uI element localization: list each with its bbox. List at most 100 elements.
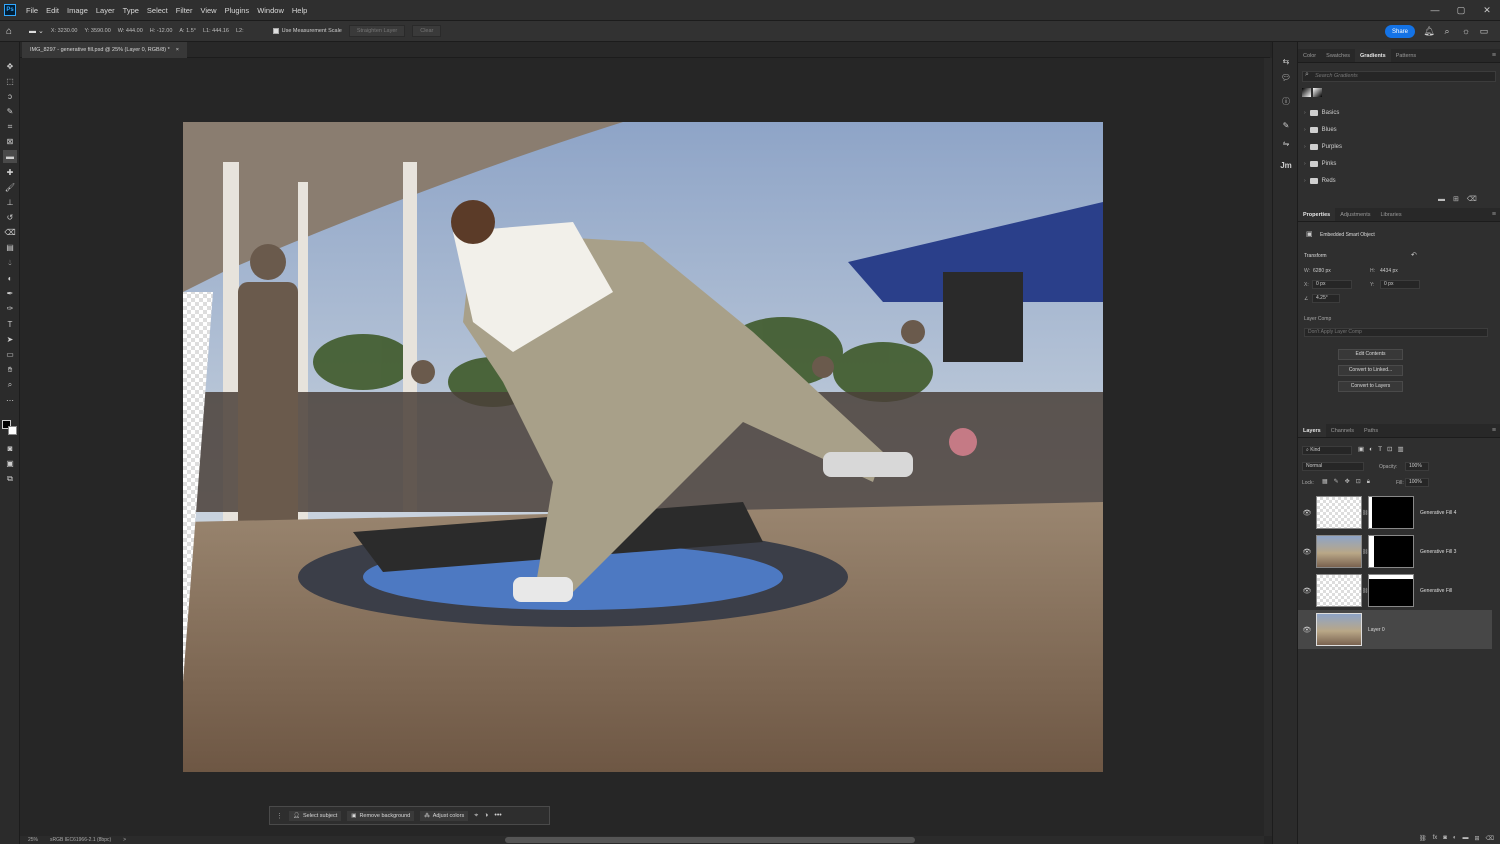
layer-name[interactable]: Generative Fill 4	[1420, 510, 1456, 516]
menu-type[interactable]: Type	[119, 6, 143, 15]
layer-name[interactable]: Generative Fill	[1420, 588, 1452, 594]
more-options-button[interactable]: •••	[494, 812, 501, 819]
close-tab-icon[interactable]: ×	[176, 47, 179, 53]
background-color-swatch[interactable]	[8, 426, 17, 435]
tab-patterns[interactable]: Patterns	[1391, 49, 1421, 62]
layer-filter-icons[interactable]: ▣◐T⊡▥	[1358, 445, 1409, 453]
history-brush-tool-icon[interactable]: ↺	[3, 211, 17, 224]
tab-paths[interactable]: Paths	[1359, 424, 1383, 437]
workspace-icon[interactable]: ▭	[1478, 25, 1490, 37]
info-panel-icon[interactable]: ⓘ	[1280, 96, 1292, 108]
panel-menu-icon[interactable]: ≡	[1492, 208, 1500, 221]
eye-icon[interactable]: 👁︎	[1298, 548, 1316, 556]
convert-to-layers-button[interactable]: Convert to Layers	[1338, 381, 1403, 392]
gradient-folder-basics[interactable]: › Basics	[1304, 106, 1339, 120]
path-selection-tool-icon[interactable]: ➤	[3, 333, 17, 346]
close-window-button[interactable]: ✕	[1474, 5, 1500, 16]
gradient-folder-pinks[interactable]: › Pinks	[1304, 157, 1336, 171]
rectangle-tool-icon[interactable]: ▭	[3, 348, 17, 361]
width-value[interactable]: 6280 px	[1313, 268, 1331, 274]
layer-row[interactable]: 👁︎ ⛓︎ Generative Fill	[1298, 571, 1492, 610]
status-arrow-icon[interactable]: >	[123, 837, 126, 843]
fill-field[interactable]: 100%	[1405, 478, 1429, 487]
menu-file[interactable]: File	[22, 6, 42, 15]
tab-channels[interactable]: Channels	[1326, 424, 1359, 437]
add-mask-icon[interactable]: ◙	[1443, 835, 1447, 841]
more-tools-icon[interactable]: ⋯	[3, 394, 17, 407]
marquee-tool-icon[interactable]: ⬚	[3, 75, 17, 88]
checkbox-box[interactable]	[272, 28, 279, 34]
tab-properties[interactable]: Properties	[1298, 208, 1336, 221]
straighten-layer-button[interactable]: Straighten Layer	[348, 25, 406, 37]
contrast-icon[interactable]: ◑	[484, 812, 488, 819]
canvas-area[interactable]	[20, 58, 1264, 836]
zoom-tool-icon[interactable]: ⌕	[3, 378, 17, 391]
document-tab[interactable]: IMG_8297 - generative fill.psd @ 25% (La…	[22, 42, 188, 58]
menu-edit[interactable]: Edit	[42, 6, 63, 15]
drag-handle-icon[interactable]: ⋮	[276, 812, 283, 820]
tab-swatches[interactable]: Swatches	[1321, 49, 1355, 62]
menu-select[interactable]: Select	[143, 6, 172, 15]
layer-row[interactable]: 👁︎ ⛓︎ Generative Fill 3	[1298, 532, 1492, 571]
layer-style-icon[interactable]: fx	[1433, 835, 1438, 841]
quick-select-tool-icon[interactable]: ✎	[3, 105, 17, 118]
reset-transform-icon[interactable]: ↶	[1411, 251, 1417, 259]
menu-help[interactable]: Help	[288, 6, 311, 15]
measurement-scale-checkbox[interactable]: Use Measurement Scale	[272, 28, 342, 34]
layer-mask-thumbnail[interactable]	[1368, 496, 1414, 529]
tab-layers[interactable]: Layers	[1298, 424, 1326, 437]
opacity-field[interactable]: 100%	[1405, 462, 1429, 471]
group-icon[interactable]: ▬	[1462, 835, 1468, 841]
edit-contents-button[interactable]: Edit Contents	[1338, 349, 1403, 360]
brush-settings-icon[interactable]: ✎	[1280, 120, 1292, 132]
transform-icon[interactable]: ⌖	[474, 812, 478, 820]
eye-icon[interactable]: 👁︎	[1298, 587, 1316, 595]
lasso-tool-icon[interactable]: ↄ	[3, 90, 17, 103]
angle-field[interactable]: 4.25°	[1312, 294, 1340, 303]
clone-stamp-tool-icon[interactable]: ⊥	[3, 196, 17, 209]
gradient-tool-icon[interactable]: ▤	[3, 241, 17, 254]
tab-libraries[interactable]: Libraries	[1375, 208, 1406, 221]
layer-comp-select[interactable]: Don't Apply Layer Comp	[1304, 328, 1488, 337]
home-icon[interactable]: ⌂	[6, 26, 12, 37]
zoom-level[interactable]: 25%	[28, 837, 38, 843]
healing-brush-tool-icon[interactable]: ✚	[3, 166, 17, 179]
generative-icon[interactable]: ⧉	[3, 472, 17, 485]
adjust-panel-icon[interactable]: ⇋	[1280, 138, 1292, 150]
tab-color[interactable]: Color	[1298, 49, 1321, 62]
tab-gradients[interactable]: Gradients	[1355, 49, 1391, 62]
hand-tool-icon[interactable]: ✋︎	[3, 363, 17, 376]
blend-mode-select[interactable]: Normal	[1302, 462, 1364, 471]
layer-filter-kind-select[interactable]: ⌕ Kind	[1302, 446, 1352, 455]
pen-tool-alt-icon[interactable]: ✑	[3, 302, 17, 315]
history-panel-icon[interactable]: ⇆	[1280, 56, 1292, 68]
type-tool-icon[interactable]: T	[3, 318, 17, 331]
minimize-button[interactable]: —	[1422, 5, 1448, 16]
y-field[interactable]: 0 px	[1380, 280, 1420, 289]
delete-layer-icon[interactable]: ⌫	[1486, 835, 1494, 842]
gradient-panel-actions[interactable]: ▬⊞⌫	[1438, 195, 1485, 203]
dodge-tool-icon[interactable]: ◐	[3, 272, 17, 285]
layer-name[interactable]: Generative Fill 3	[1420, 549, 1456, 555]
layer-mask-thumbnail[interactable]	[1368, 535, 1414, 568]
menu-window[interactable]: Window	[253, 6, 288, 15]
crop-tool-icon[interactable]: ⌗	[3, 120, 17, 133]
height-value[interactable]: 4434 px	[1380, 268, 1398, 274]
menu-filter[interactable]: Filter	[172, 6, 197, 15]
bell-icon[interactable]: 🔔︎	[1423, 25, 1435, 37]
link-layers-icon[interactable]: ⛓︎	[1419, 835, 1427, 842]
horizontal-scrollbar[interactable]	[505, 837, 915, 843]
menu-layer[interactable]: Layer	[92, 6, 119, 15]
panel-menu-icon[interactable]: ≡	[1492, 424, 1500, 437]
layer-row[interactable]: 👁︎ ⛓︎ Generative Fill 4	[1298, 493, 1492, 532]
quick-mask-icon[interactable]: ◙	[3, 442, 17, 455]
ruler-tool-preset-icon[interactable]: ▬ ⌄	[29, 27, 44, 35]
adjust-colors-button[interactable]: ⁂ Adjust colors	[420, 810, 469, 821]
blur-tool-icon[interactable]: 💧︎	[3, 256, 17, 269]
pen-tool-icon[interactable]: ✒	[3, 287, 17, 300]
panel-menu-icon[interactable]: ≡	[1492, 49, 1500, 62]
select-subject-button[interactable]: 👤︎ Select subject	[289, 810, 342, 821]
layer-name[interactable]: Layer 0	[1368, 627, 1385, 633]
convert-to-linked-button[interactable]: Convert to Linked...	[1338, 365, 1403, 376]
glyphs-panel-icon[interactable]: Jm	[1280, 160, 1292, 172]
